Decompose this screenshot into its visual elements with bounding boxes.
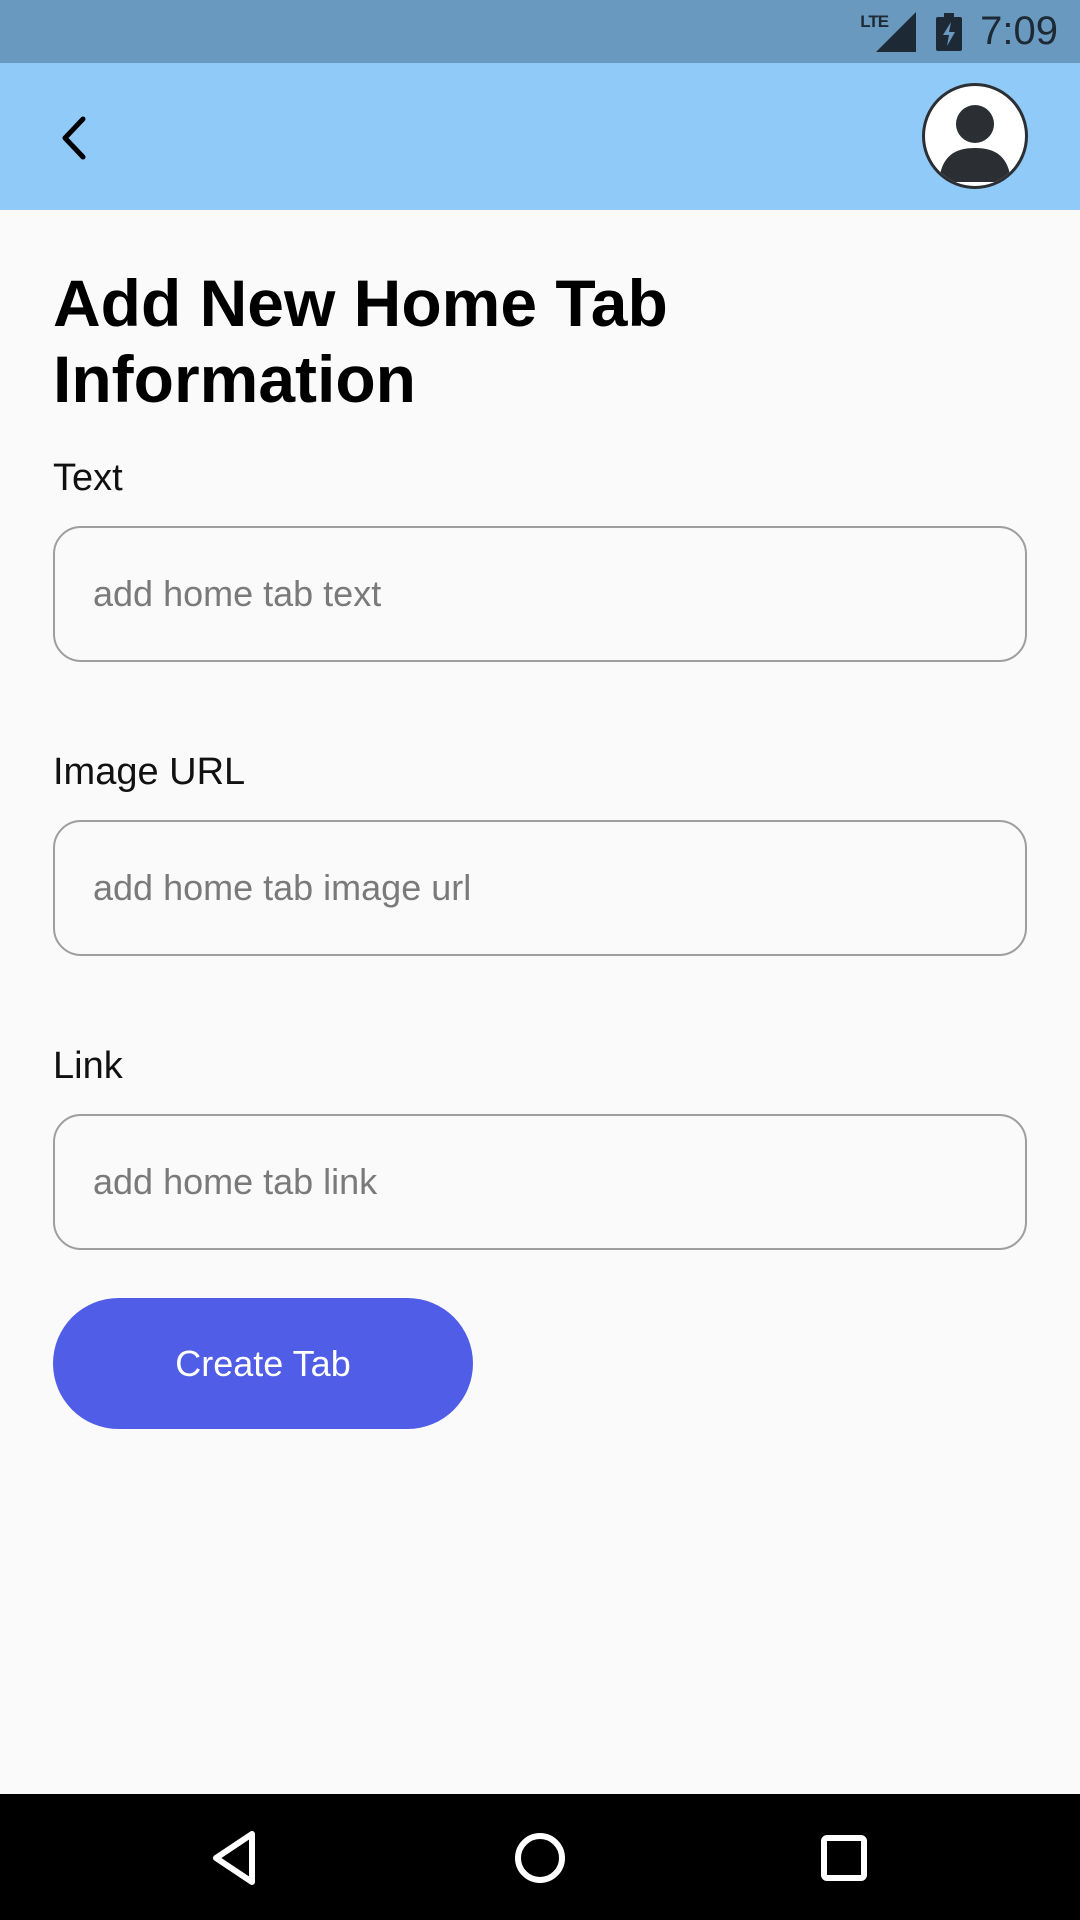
image-url-input[interactable] (53, 820, 1027, 956)
nav-home-button[interactable] (504, 1822, 576, 1894)
text-input[interactable] (53, 526, 1027, 662)
link-field-label: Link (53, 1045, 123, 1087)
create-tab-button[interactable]: Create Tab (53, 1298, 473, 1429)
nav-recents-button[interactable] (808, 1822, 880, 1894)
back-button[interactable] (40, 103, 110, 173)
status-bar: LTE 7:09 (0, 0, 1080, 63)
nav-home-icon (515, 1833, 565, 1883)
page-title: Add New Home Tab Information (53, 266, 668, 416)
chevron-left-icon (62, 116, 86, 160)
nav-recents-icon (821, 1835, 867, 1881)
clock: 7:09 (980, 9, 1058, 53)
network-type: LTE (860, 11, 889, 31)
app-bar (0, 63, 1080, 210)
battery-charging-icon (936, 12, 963, 51)
text-field-label: Text (53, 457, 123, 499)
system-nav-bar (0, 1794, 1080, 1920)
user-avatar-icon (939, 105, 1011, 182)
nav-back-icon (213, 1831, 255, 1885)
image-url-field-label: Image URL (53, 751, 246, 793)
nav-back-button[interactable] (200, 1822, 272, 1894)
profile-avatar-button[interactable] (922, 83, 1028, 189)
link-input[interactable] (53, 1114, 1027, 1250)
